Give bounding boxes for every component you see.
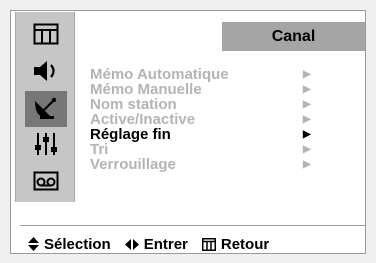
enter-hint: Entrer bbox=[124, 235, 188, 253]
menu-item-active-inactive[interactable]: Active/Inactive ▶ bbox=[90, 112, 320, 127]
select-label: Sélection bbox=[44, 235, 111, 253]
channel-icon[interactable] bbox=[25, 91, 67, 127]
arrow-right-icon: ▶ bbox=[303, 84, 311, 95]
arrow-right-icon: ▶ bbox=[303, 69, 311, 80]
menu-item-memo-manuelle[interactable]: Mémo Manuelle ▶ bbox=[90, 82, 320, 97]
footer-divider bbox=[20, 225, 365, 226]
left-right-arrow-icon bbox=[124, 238, 139, 250]
menu-item-label: Verrouillage bbox=[90, 156, 176, 173]
menu-item-memo-automatique[interactable]: Mémo Automatique ▶ bbox=[90, 67, 320, 82]
return-hint: Retour bbox=[201, 235, 270, 253]
footer-hints: Sélection Entrer Retour bbox=[28, 235, 283, 253]
function-icon[interactable] bbox=[32, 167, 60, 195]
up-down-arrow-icon bbox=[28, 237, 39, 251]
menu-item-nom-station[interactable]: Nom station ▶ bbox=[90, 97, 320, 112]
arrow-right-icon: ▶ bbox=[303, 129, 311, 140]
menu-item-tri[interactable]: Tri ▶ bbox=[90, 142, 320, 157]
select-hint: Sélection bbox=[28, 236, 111, 253]
menu-title: Canal bbox=[222, 22, 365, 51]
menu-item-verrouillage[interactable]: Verrouillage ▶ bbox=[90, 157, 320, 172]
enter-label: Entrer bbox=[143, 235, 188, 253]
setup-icon[interactable] bbox=[32, 130, 60, 158]
menu-item-reglage-fin[interactable]: Réglage fin ▶ bbox=[90, 127, 320, 142]
arrow-right-icon: ▶ bbox=[303, 99, 311, 110]
picture-icon[interactable] bbox=[32, 20, 60, 48]
arrow-right-icon: ▶ bbox=[303, 114, 311, 125]
return-label: Retour bbox=[220, 235, 270, 253]
arrow-right-icon: ▶ bbox=[303, 159, 311, 170]
menu-icon bbox=[201, 237, 216, 251]
arrow-right-icon: ▶ bbox=[303, 144, 311, 155]
sound-icon[interactable] bbox=[32, 57, 60, 85]
category-sidebar bbox=[15, 12, 75, 202]
